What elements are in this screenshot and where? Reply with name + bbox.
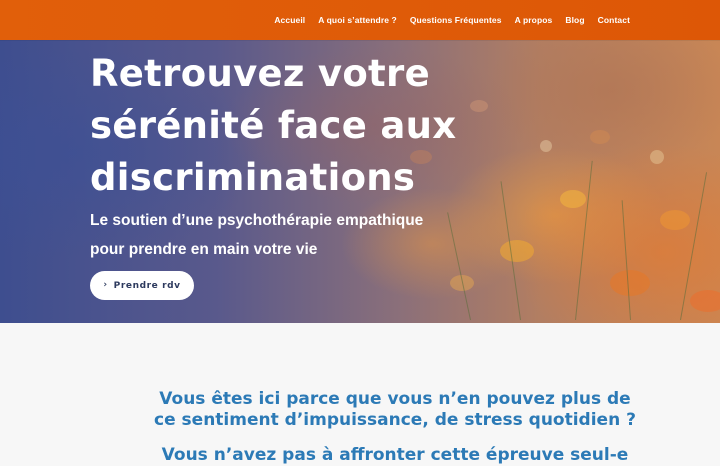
nav-item-blog[interactable]: Blog — [565, 15, 584, 25]
chevron-right-icon: › — [103, 280, 108, 290]
hero-subtitle: Le soutien d’une psychothérapie empathiq… — [90, 212, 424, 258]
intro-question: Vous êtes ici parce que vous n’en pouvez… — [154, 389, 636, 430]
nav-item-contact[interactable]: Contact — [598, 15, 630, 25]
prendre-rdv-button[interactable]: › Prendre rdv — [90, 271, 194, 300]
nav-item-a-propos[interactable]: A propos — [515, 15, 553, 25]
nav-item-questions-frequentes[interactable]: Questions Fréquentes — [410, 15, 502, 25]
hero-title: Retrouvez votre sérénité face aux discri… — [90, 52, 457, 199]
main-nav: Accueil A quoi s’attendre ? Questions Fr… — [274, 0, 630, 40]
hero-banner: Retrouvez votre sérénité face aux discri… — [0, 40, 720, 323]
site-header: Accueil A quoi s’attendre ? Questions Fr… — [0, 0, 720, 40]
prendre-rdv-label: Prendre rdv — [113, 280, 181, 291]
nav-item-accueil[interactable]: Accueil — [274, 15, 305, 25]
intro-statement: Vous n’avez pas à affronter cette épreuv… — [161, 445, 629, 465]
nav-item-a-quoi-sattendre[interactable]: A quoi s’attendre ? — [318, 15, 397, 25]
intro-section: Vous êtes ici parce que vous n’en pouvez… — [150, 389, 640, 466]
